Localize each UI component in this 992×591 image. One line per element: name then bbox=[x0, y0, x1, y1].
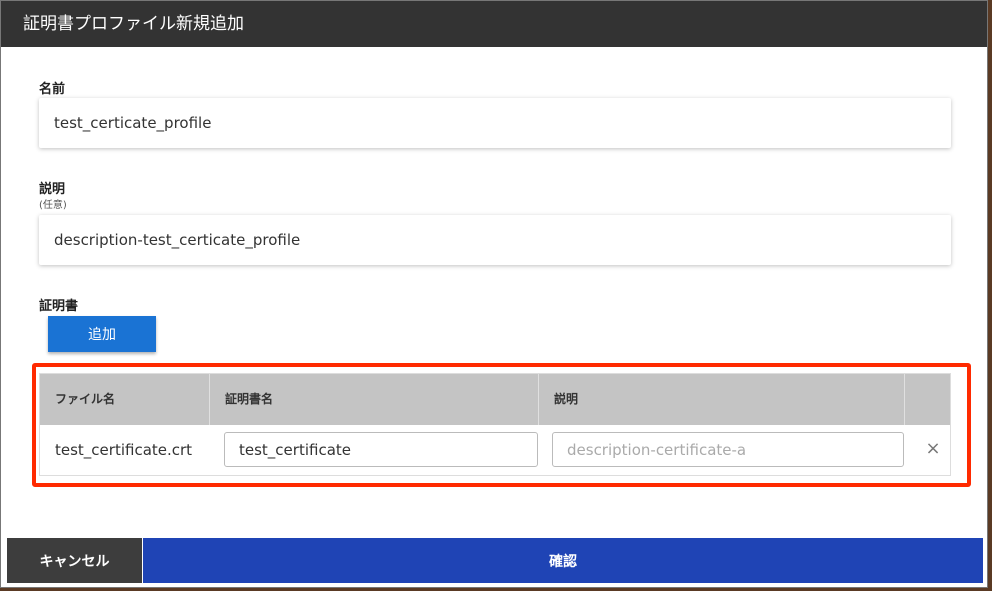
cancel-button[interactable]: キャンセル bbox=[7, 538, 142, 583]
description-input[interactable] bbox=[39, 215, 951, 265]
confirm-button[interactable]: 確認 bbox=[143, 538, 983, 583]
certificates-label: 証明書 bbox=[39, 299, 79, 314]
name-input[interactable] bbox=[39, 98, 951, 148]
dialog-title: 証明書プロファイル新規追加 bbox=[1, 1, 987, 47]
highlight-box bbox=[32, 363, 971, 487]
certificate-profile-dialog: 証明書プロファイル新規追加 名前 説明 (任意) 証明書 追加 ファイル名 証明… bbox=[0, 0, 988, 588]
add-certificate-button[interactable]: 追加 bbox=[48, 316, 156, 352]
description-label: 説明 bbox=[39, 182, 66, 197]
description-optional-label: (任意) bbox=[39, 200, 67, 211]
name-label: 名前 bbox=[39, 82, 66, 97]
